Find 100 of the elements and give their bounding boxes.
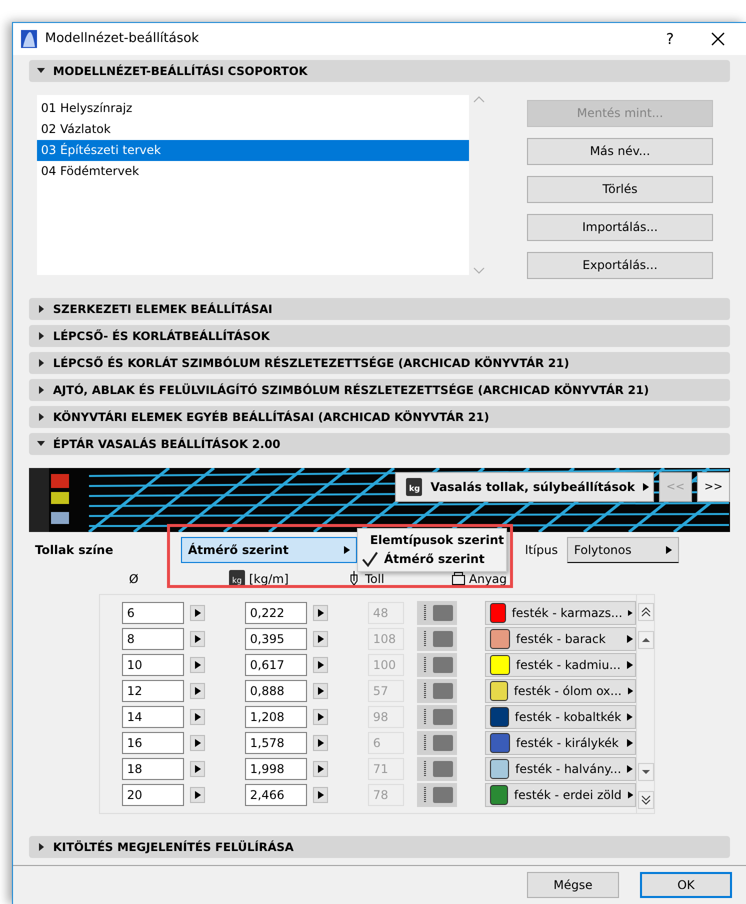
material-button[interactable]: festék - királykék bbox=[485, 730, 636, 755]
list-item[interactable]: 03 Építészeti tervek bbox=[37, 140, 469, 161]
action-button[interactable]: Más név... bbox=[527, 138, 713, 165]
material-button[interactable]: festék - kadmiu... bbox=[485, 652, 636, 677]
weight-field[interactable]: 0,395 bbox=[245, 628, 307, 650]
section-header[interactable]: LÉPCSŐ ÉS KORLÁT SZIMBÓLUM RÉSZLETEZETTSÉGE (ARCHICAD KÖNYVTÁR 21) bbox=[29, 352, 730, 374]
line-pattern-icon bbox=[417, 756, 457, 781]
right-triangle-icon bbox=[318, 790, 324, 799]
right-triangle-icon bbox=[194, 738, 200, 747]
action-button[interactable]: Exportálás... bbox=[527, 252, 713, 279]
menu-item[interactable]: Átmérő szerint bbox=[360, 550, 504, 569]
weight-field[interactable]: 1,998 bbox=[245, 758, 307, 780]
right-triangle-icon bbox=[194, 608, 200, 617]
section-header[interactable]: KITÖLTÉS MEGJELENÍTÉS FELÜLÍRÁSA bbox=[29, 836, 730, 858]
pen-number-field: 48 bbox=[368, 602, 404, 624]
weight-field[interactable]: 2,466 bbox=[245, 784, 307, 806]
right-triangle-icon bbox=[318, 712, 324, 721]
material-button[interactable]: festék - barack bbox=[485, 626, 636, 651]
check-icon bbox=[362, 551, 378, 568]
arrow-button[interactable] bbox=[190, 786, 205, 803]
field-label: Tollak színe bbox=[35, 542, 114, 557]
weight-field[interactable]: 1,578 bbox=[245, 732, 307, 754]
right-triangle-icon bbox=[194, 634, 200, 643]
arrow-button[interactable] bbox=[313, 656, 328, 673]
arrow-button[interactable] bbox=[313, 734, 328, 751]
section-header[interactable]: LÉPCSŐ- ÉS KORLÁTBEÁLLÍTÁSOK bbox=[29, 324, 730, 347]
view-list[interactable]: 01 Helyszínrajz 02 Vázlatok 03 Építészeti tervek 04 Födémtervek bbox=[37, 94, 469, 275]
next-button[interactable]: >> bbox=[697, 472, 730, 502]
collapsed-triangle-icon bbox=[37, 842, 45, 851]
arrow-button[interactable] bbox=[313, 630, 328, 647]
pen-number-field: 78 bbox=[368, 784, 404, 806]
section-header[interactable]: ÉPTÁR VASALÁS BEÁLLÍTÁSOK 2.00 bbox=[29, 432, 730, 455]
action-button[interactable]: Törlés bbox=[527, 176, 713, 203]
arrow-button[interactable] bbox=[313, 682, 328, 699]
diameter-field[interactable]: 10 bbox=[122, 654, 184, 676]
right-triangle-icon bbox=[666, 546, 672, 554]
right-triangle-icon bbox=[627, 738, 633, 747]
material-button[interactable]: festék - karmazs... bbox=[485, 600, 636, 625]
menu-item[interactable]: Elemtípusok szerint bbox=[360, 530, 504, 550]
arrow-button[interactable] bbox=[190, 656, 205, 673]
diameter-field[interactable]: 8 bbox=[122, 628, 184, 650]
section-header[interactable]: KÖNYVTÁRI ELEMEK EGYÉB BEÁLLÍTÁSAI (ARCHICAD KÖNYVTÁR 21) bbox=[29, 406, 730, 428]
arrow-button[interactable] bbox=[190, 708, 205, 725]
material-button[interactable]: festék - erdei zöld bbox=[485, 782, 636, 807]
collapsed-triangle-icon bbox=[37, 412, 45, 421]
diameter-field[interactable]: 14 bbox=[122, 706, 184, 728]
material-icon bbox=[452, 572, 465, 586]
diameter-field[interactable]: 20 bbox=[122, 784, 184, 806]
collapsed-triangle-icon bbox=[37, 358, 45, 367]
scroll-bottom-button[interactable] bbox=[638, 790, 654, 809]
pen-color-dropdown[interactable]: Átmérő szerint bbox=[181, 536, 357, 563]
app-logo-icon bbox=[21, 30, 37, 48]
weight-field[interactable]: 0,888 bbox=[245, 680, 307, 702]
pen-number-field: 108 bbox=[368, 628, 404, 650]
arrow-button[interactable] bbox=[190, 734, 205, 751]
arrow-button[interactable] bbox=[313, 760, 328, 777]
collapsed-triangle-icon bbox=[37, 332, 45, 340]
diameter-field[interactable]: 16 bbox=[122, 732, 184, 754]
pen-number-field: 57 bbox=[368, 680, 404, 702]
diameter-field[interactable]: 18 bbox=[122, 758, 184, 780]
ok-button[interactable]: OK bbox=[640, 872, 732, 898]
arrow-button[interactable] bbox=[190, 604, 205, 621]
right-triangle-icon bbox=[318, 686, 324, 695]
double-up-chevron-icon bbox=[640, 606, 650, 617]
section-header[interactable]: MODELLNÉZET-BEÁLLÍTÁSI CSOPORTOK bbox=[29, 60, 730, 82]
double-down-chevron-icon bbox=[640, 794, 650, 805]
diameter-field[interactable]: 12 bbox=[122, 680, 184, 702]
column-header: [kg/m] bbox=[249, 572, 289, 586]
arrow-button[interactable] bbox=[190, 630, 205, 647]
section-header[interactable]: AJTÓ, ABLAK ÉS FELÜLVILÁGÍTÓ SZIMBÓLUM RÉSZLETEZETTSÉGE (ARCHICAD KÖNYVTÁR 21) bbox=[29, 378, 730, 401]
field-label: ltípus bbox=[525, 542, 559, 557]
diameter-field[interactable]: 6 bbox=[122, 602, 184, 624]
scroll-down-button[interactable] bbox=[638, 762, 654, 781]
right-triangle-icon bbox=[318, 764, 324, 773]
expanded-triangle-icon bbox=[37, 440, 45, 448]
arrow-button[interactable] bbox=[190, 760, 205, 777]
scroll-top-button[interactable] bbox=[638, 602, 654, 621]
right-triangle-icon bbox=[318, 738, 324, 747]
pen-number-field: 71 bbox=[368, 758, 404, 780]
weight-field[interactable]: 0,222 bbox=[245, 602, 307, 624]
arrow-button[interactable] bbox=[313, 708, 328, 725]
right-triangle-icon bbox=[627, 634, 633, 643]
scroll-up-button[interactable] bbox=[638, 630, 654, 649]
arrow-button[interactable] bbox=[313, 786, 328, 803]
line-type-dropdown[interactable]: Folytonos bbox=[567, 536, 679, 563]
weight-field[interactable]: 1,208 bbox=[245, 706, 307, 728]
arrow-button[interactable] bbox=[313, 604, 328, 621]
list-item[interactable]: 02 Vázlatok bbox=[37, 118, 469, 140]
pen-weight-settings-button[interactable]: kg Vasalás tollak, súlybeállítások bbox=[395, 472, 654, 502]
cancel-button[interactable]: Mégse bbox=[527, 872, 619, 898]
help-button[interactable]: ? bbox=[650, 24, 690, 54]
material-button[interactable]: festék - halvány... bbox=[485, 756, 636, 781]
weight-field[interactable]: 0,617 bbox=[245, 654, 307, 676]
list-item[interactable]: 04 Födémtervek bbox=[37, 160, 469, 182]
material-button[interactable]: festék - ólom ox... bbox=[485, 678, 636, 703]
list-item[interactable]: 01 Helyszínrajz bbox=[37, 98, 469, 119]
action-button[interactable]: Importálás... bbox=[527, 214, 713, 241]
arrow-button[interactable] bbox=[190, 682, 205, 699]
section-header[interactable]: SZERKEZETI ELEMEK BEÁLLÍTÁSAI bbox=[29, 298, 730, 320]
material-button[interactable]: festék - kobaltkék bbox=[485, 704, 636, 729]
